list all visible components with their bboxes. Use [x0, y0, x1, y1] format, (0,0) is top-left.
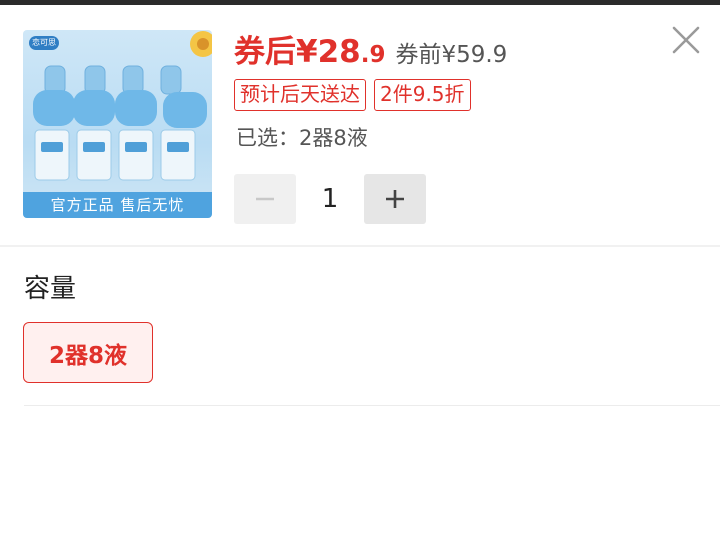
section-divider: [0, 245, 720, 247]
product-illustration: [29, 31, 212, 181]
selected-spec-text: 已选：2器8液: [236, 126, 368, 150]
coupon-price-decimal: .9: [360, 42, 386, 68]
promo-tags: 预计后天送达 2件9.5折: [234, 79, 471, 111]
quantity-stepper: 1: [234, 174, 426, 224]
capacity-section-title: 容量: [24, 274, 77, 304]
price-row: 券后 ¥28 .9 券前¥59.9: [234, 26, 507, 70]
plus-icon: [386, 190, 404, 208]
close-icon: [672, 26, 700, 54]
capacity-option-2-heaters-8-liquids[interactable]: 2器8液: [23, 322, 153, 383]
decrease-quantity-button[interactable]: [234, 174, 296, 224]
top-strip: [0, 0, 720, 5]
coupon-price-integer: ¥28: [296, 34, 361, 70]
increase-quantity-button[interactable]: [364, 174, 426, 224]
quantity-value[interactable]: 1: [296, 184, 364, 214]
original-price: 券前¥59.9: [395, 42, 508, 68]
delivery-tag: 预计后天送达: [234, 79, 366, 111]
close-button[interactable]: [668, 22, 704, 58]
bottom-divider: [24, 405, 720, 406]
image-banner: 官方正品 售后无忧: [23, 192, 212, 218]
minus-icon: [256, 197, 274, 201]
product-image[interactable]: 恋可思 官方正品 售后无忧: [23, 30, 212, 218]
discount-tag: 2件9.5折: [374, 79, 471, 111]
coupon-price-prefix: 券后: [234, 34, 296, 70]
image-logo: 恋可思: [32, 38, 56, 47]
